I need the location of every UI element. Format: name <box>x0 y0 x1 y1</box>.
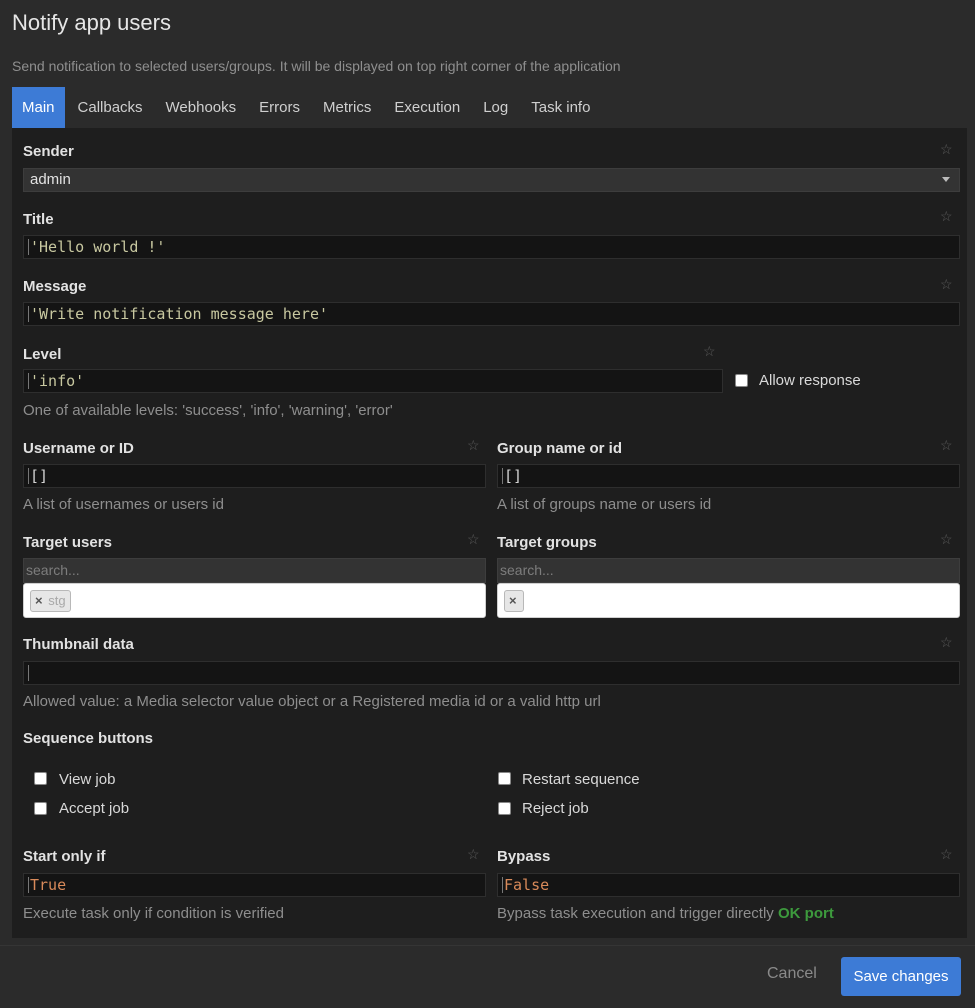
sender-label: Sender <box>23 143 74 160</box>
bypass-help: Bypass task execution and trigger direct… <box>497 905 834 922</box>
reject-job-checkbox[interactable] <box>498 802 511 815</box>
start-only-if-label: Start only if <box>23 848 106 865</box>
star-icon[interactable]: ☆ <box>467 531 480 548</box>
text-cursor <box>28 665 29 681</box>
target-users-search[interactable]: search... <box>23 558 486 583</box>
text-cursor <box>28 468 29 484</box>
start-only-if-value: True <box>30 876 67 894</box>
star-icon[interactable]: ☆ <box>467 846 480 863</box>
sender-select[interactable]: admin <box>23 168 960 192</box>
group-value: [] <box>504 467 523 485</box>
bypass-help-text: Bypass task execution and trigger direct… <box>497 905 774 922</box>
accept-job-label: Accept job <box>59 800 130 817</box>
ok-port-label: OK port <box>777 905 834 922</box>
username-value: [] <box>30 467 49 485</box>
user-chip-label: stg <box>48 593 66 608</box>
text-cursor <box>28 306 29 322</box>
tab-metrics[interactable]: Metrics <box>313 87 381 128</box>
allow-response-label: Allow response <box>759 372 861 389</box>
text-cursor <box>502 468 503 484</box>
remove-icon[interactable]: × <box>35 593 43 608</box>
text-cursor <box>28 239 29 255</box>
save-changes-button[interactable]: Save changes <box>841 957 961 996</box>
tab-main[interactable]: Main <box>12 87 65 128</box>
username-input[interactable]: [] <box>23 464 486 488</box>
tab-webhooks[interactable]: Webhooks <box>156 87 247 128</box>
star-icon[interactable]: ☆ <box>940 141 953 158</box>
star-icon[interactable]: ☆ <box>940 846 953 863</box>
star-icon[interactable]: ☆ <box>467 437 480 454</box>
page-subtitle: Send notification to selected users/grou… <box>12 58 621 74</box>
tab-execution[interactable]: Execution <box>384 87 470 128</box>
level-label: Level <box>23 346 62 363</box>
title-label: Title <box>23 211 54 228</box>
allow-response-checkbox[interactable] <box>735 374 748 387</box>
thumbnail-help: Allowed value: a Media selector value ob… <box>23 693 601 710</box>
tab-task-info[interactable]: Task info <box>521 87 600 128</box>
target-users-label: Target users <box>23 534 112 551</box>
target-groups-search[interactable]: search... <box>497 558 960 583</box>
bypass-label: Bypass <box>497 848 551 865</box>
bypass-input[interactable]: False <box>497 873 960 897</box>
thumbnail-label: Thumbnail data <box>23 636 134 653</box>
level-input[interactable]: 'info' <box>23 369 723 393</box>
star-icon[interactable]: ☆ <box>940 531 953 548</box>
username-help: A list of usernames or users id <box>23 496 224 513</box>
tab-callbacks[interactable]: Callbacks <box>68 87 153 128</box>
message-input[interactable]: 'Write notification message here' <box>23 302 960 326</box>
text-cursor <box>28 373 29 389</box>
text-cursor <box>28 877 29 893</box>
group-label: Group name or id <box>497 440 623 457</box>
view-job-label: View job <box>59 771 116 788</box>
text-cursor <box>502 877 503 893</box>
restart-sequence-label: Restart sequence <box>522 771 640 788</box>
level-value: 'info' <box>30 372 85 390</box>
page-title: Notify app users <box>12 10 171 35</box>
star-icon[interactable]: ☆ <box>940 437 953 454</box>
username-label: Username or ID <box>23 440 134 457</box>
dialog-footer <box>0 945 975 1008</box>
message-label: Message <box>23 278 87 295</box>
start-only-if-input[interactable]: True <box>23 873 486 897</box>
cancel-button[interactable]: Cancel <box>767 965 817 983</box>
star-icon[interactable]: ☆ <box>940 208 953 225</box>
main-panel: Sender ☆ admin Title ☆ 'Hello world !' M… <box>12 128 967 938</box>
restart-sequence-checkbox[interactable] <box>498 772 511 785</box>
remove-icon[interactable]: × <box>509 593 517 608</box>
star-icon[interactable]: ☆ <box>703 343 716 360</box>
thumbnail-input[interactable] <box>23 661 960 685</box>
user-chip[interactable]: × stg <box>30 590 71 612</box>
group-help: A list of groups name or users id <box>497 496 712 513</box>
title-input[interactable]: 'Hello world !' <box>23 235 960 259</box>
tab-errors[interactable]: Errors <box>249 87 310 128</box>
sender-value: admin <box>30 171 71 188</box>
reject-job-label: Reject job <box>522 800 589 817</box>
tab-bar: Main Callbacks Webhooks Errors Metrics E… <box>12 87 603 128</box>
bypass-value: False <box>504 876 550 894</box>
message-value: 'Write notification message here' <box>30 305 329 323</box>
tab-log[interactable]: Log <box>473 87 518 128</box>
star-icon[interactable]: ☆ <box>940 634 953 651</box>
start-only-if-help: Execute task only if condition is verifi… <box>23 905 284 922</box>
star-icon[interactable]: ☆ <box>940 276 953 293</box>
target-groups-label: Target groups <box>497 534 597 551</box>
caret-down-icon <box>942 177 950 182</box>
target-users-tags[interactable]: × stg <box>23 583 486 618</box>
group-chip[interactable]: × <box>504 590 524 612</box>
accept-job-checkbox[interactable] <box>34 802 47 815</box>
level-help: One of available levels: 'success', 'inf… <box>23 402 393 419</box>
target-groups-tags[interactable]: × <box>497 583 960 618</box>
title-value: 'Hello world !' <box>30 238 166 256</box>
group-input[interactable]: [] <box>497 464 960 488</box>
view-job-checkbox[interactable] <box>34 772 47 785</box>
sequence-label: Sequence buttons <box>23 730 154 747</box>
